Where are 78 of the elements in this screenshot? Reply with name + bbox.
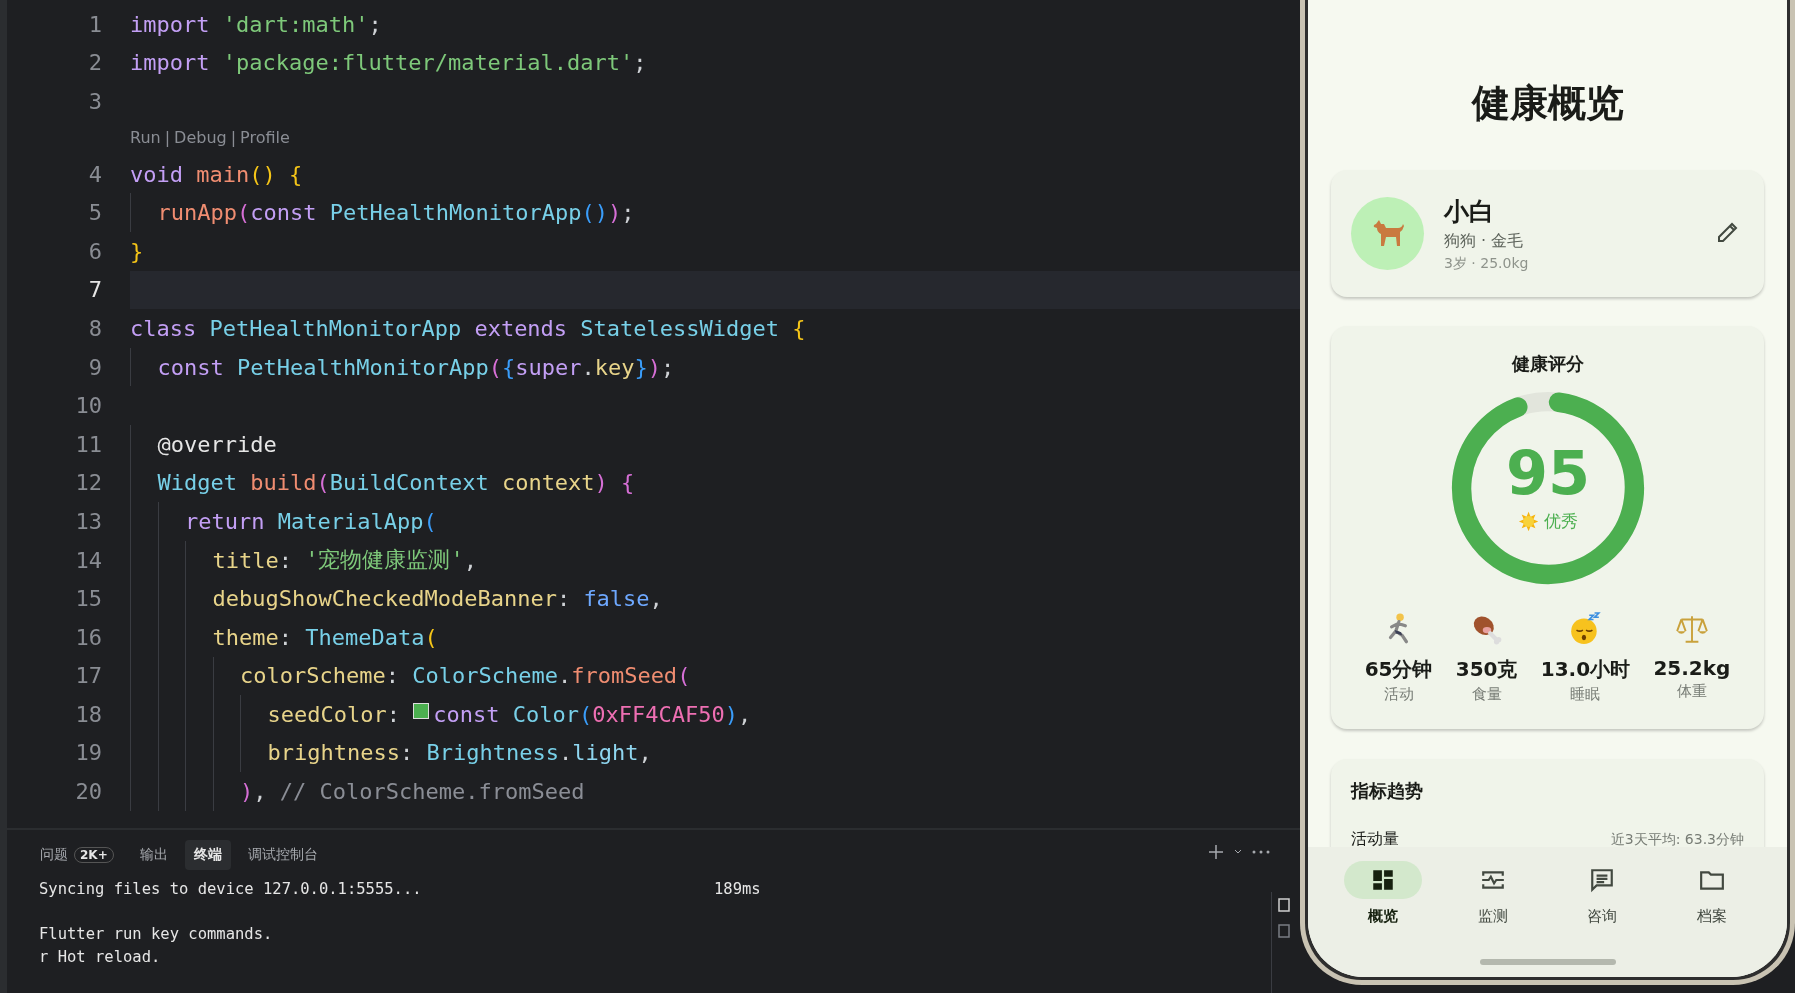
codelens-link[interactable]: Debug bbox=[174, 128, 227, 148]
codelens-link[interactable]: Profile bbox=[240, 128, 290, 148]
code-line: void main() { bbox=[130, 160, 304, 189]
nav-item[interactable]: 监测 bbox=[1452, 861, 1533, 926]
line-number: 5 bbox=[87, 200, 102, 226]
line-number: 3 bbox=[87, 89, 102, 114]
line-number: 4 bbox=[87, 161, 102, 187]
stat-label: 睡眠 bbox=[1570, 685, 1601, 704]
code-line: } bbox=[130, 237, 145, 266]
metric-average: 近3天平均: 63.3分钟 bbox=[1610, 830, 1744, 847]
nav-item[interactable]: 咨询 bbox=[1562, 861, 1643, 926]
add-icon[interactable] bbox=[1208, 844, 1224, 860]
pet-name: 小白 bbox=[1444, 195, 1495, 228]
stat-label: 食量 bbox=[1471, 685, 1502, 704]
score-rating: 优秀 bbox=[1543, 510, 1578, 533]
line-number: 11 bbox=[74, 431, 102, 457]
line-number: 18 bbox=[74, 701, 102, 727]
line-number: 15 bbox=[74, 586, 102, 612]
code-line: debugShowCheckedModeBanner: false, bbox=[130, 579, 1300, 618]
code-line: colorScheme: ColorScheme.fromSeed( bbox=[130, 656, 1300, 696]
code-line: return MaterialApp( bbox=[130, 502, 1300, 541]
line-number: 9 bbox=[87, 354, 102, 380]
stat-value: 13.0小时 bbox=[1540, 656, 1631, 683]
chevron-down-icon[interactable] bbox=[1234, 849, 1242, 855]
line-number: 12 bbox=[74, 470, 102, 496]
line-number: 13 bbox=[74, 508, 102, 534]
line-number: 1 bbox=[87, 11, 102, 37]
stat-value: 350克 bbox=[1455, 656, 1518, 683]
code-line: title: '宠物健康监测', bbox=[130, 540, 1300, 580]
line-number: 6 bbox=[87, 238, 102, 264]
line-number: 19 bbox=[74, 740, 102, 766]
pet-breed: 狗狗 · 金毛 bbox=[1444, 230, 1525, 252]
codelens-separator: | bbox=[230, 128, 237, 148]
line-number: 2 bbox=[87, 50, 102, 76]
code-line: import 'dart:math'; bbox=[130, 10, 383, 39]
score-value: 95 bbox=[1505, 443, 1590, 504]
more-icon[interactable] bbox=[1252, 850, 1270, 854]
line-number: 10 bbox=[74, 393, 102, 419]
pet-details: 3岁 · 25.0kg bbox=[1444, 254, 1530, 273]
code-line: Widget build(BuildContext context) { bbox=[130, 463, 1300, 503]
terminal-timing: 189ms bbox=[714, 880, 761, 900]
codelens-link[interactable]: Run bbox=[130, 128, 161, 148]
page-title: 健康概览 bbox=[1470, 80, 1625, 127]
metric-name: 活动量 bbox=[1351, 829, 1399, 847]
stat-value: 65分钟 bbox=[1364, 656, 1433, 683]
code-line: import 'package:flutter/material.dart'; bbox=[130, 49, 648, 78]
code-line: seedColor: const Color(0xFF4CAF50), bbox=[130, 695, 1300, 734]
stat-value: 25.2kg bbox=[1653, 656, 1731, 680]
line-number: 7 bbox=[87, 277, 102, 303]
chat-icon bbox=[1589, 867, 1616, 893]
sleeping-face-icon bbox=[1568, 612, 1603, 646]
panel-tab[interactable]: 终端 bbox=[184, 840, 231, 870]
terminal-line: r Hot reload. bbox=[39, 947, 162, 968]
code-line: const PetHealthMonitorApp({super.key}); bbox=[130, 347, 1300, 387]
stat-label: 活动 bbox=[1383, 685, 1414, 704]
line-number: 20 bbox=[74, 779, 102, 805]
code-line: brightness: Brightness.light, bbox=[130, 733, 1300, 773]
code-line: class PetHealthMonitorApp extends StatelessWidget { bbox=[130, 314, 807, 343]
line-number: 8 bbox=[87, 315, 102, 341]
terminal-line: Syncing files to device 127.0.0.1:5555... bbox=[39, 880, 423, 900]
panel-tab[interactable]: 输出 bbox=[130, 840, 177, 870]
card-title: 健康评分 bbox=[1511, 352, 1584, 376]
panel-tab[interactable]: 调试控制台 bbox=[238, 840, 327, 870]
nav-item[interactable]: 档案 bbox=[1672, 861, 1753, 926]
code-line: theme: ThemeData( bbox=[130, 617, 1300, 657]
line-number: 16 bbox=[74, 624, 102, 650]
terminal-line: Flutter run key commands. bbox=[39, 925, 274, 945]
line-number: 17 bbox=[74, 663, 102, 689]
stat-label: 体重 bbox=[1676, 682, 1707, 701]
card-title: 指标趋势 bbox=[1351, 779, 1424, 803]
codelens-separator: | bbox=[164, 128, 171, 148]
line-number: 14 bbox=[74, 547, 102, 573]
sun-icon bbox=[1517, 510, 1539, 533]
panel-tab[interactable]: 问题 2K+ bbox=[31, 840, 123, 870]
code-line: runApp(const PetHealthMonitorApp()); bbox=[130, 193, 1300, 232]
code-line: ), // ColorScheme.fromSeed bbox=[130, 772, 1300, 811]
code-line: @override bbox=[130, 424, 1300, 464]
pencil-icon bbox=[1716, 220, 1740, 244]
